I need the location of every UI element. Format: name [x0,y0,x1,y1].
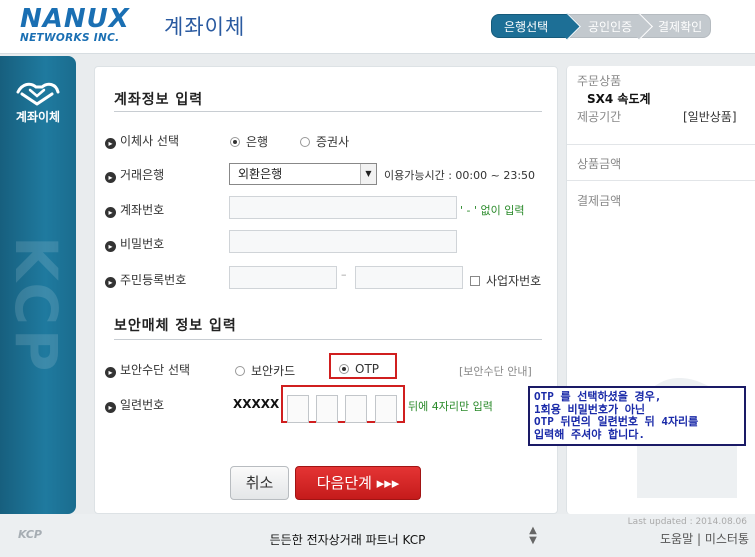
section-account-title: 계좌정보 입력 [114,92,204,108]
section-security-title: 보안매체 정보 입력 [114,318,237,334]
footer-links: 도움말 | 미스터통 [660,530,749,547]
row-label-security-method: ▸ 보안수단 선택 [105,361,190,378]
password-input[interactable] [229,230,457,253]
radio-dot-icon [339,364,349,374]
pay-label: 결제금액 [577,194,622,208]
serial-digit-input[interactable] [375,395,397,423]
radio-dot-icon [300,137,310,147]
product-name: SX4 속도계 [587,92,651,106]
account-hint: ' - ' 없이 입력 [460,204,525,217]
summary-divider [567,180,755,181]
serial-hint: 뒤에 4자리만 입력 [408,400,493,413]
otp-tooltip: OTP 를 선택하셨을 경우, 1회용 비밀번호가 아닌 OTP 뒤면의 일련번… [528,386,746,446]
row-label-account: ▸ 계좌번호 [105,201,164,218]
order-summary-panel: 주문상품 SX4 속도계 제공기간 [일반상품] 상품금액 결제금액 [566,66,755,514]
sidebar: 계좌이체 KCP [0,56,76,514]
bullet-icon: ▸ [105,138,116,149]
period-value: [일반상품] [683,110,737,124]
logo-subtitle: NETWORKS INC. [20,32,120,44]
radio-security-card[interactable]: 보안카드 [235,362,295,379]
mystery-link[interactable]: 미스터통 [705,532,749,546]
bullet-icon: ▸ [105,172,116,183]
header: NANUX NETWORKS INC. 계좌이체 은행선택 공인인증 결제확인 [0,0,755,54]
bullet-icon: ▸ [105,241,116,252]
section-divider [114,339,542,340]
page-title: 계좌이체 [164,15,246,39]
row-label-serial: ▸ 일련번호 [105,396,164,413]
bullet-icon: ▸ [105,277,116,288]
footer: KCP 든든한 전자상거래 파트너 KCP ▲ ▼ Last updated : … [0,514,755,557]
radio-bank[interactable]: 은행 [230,133,268,150]
serial-digit-input[interactable] [287,395,309,423]
radio-dot-icon [230,137,240,147]
main-panel: 계좌정보 입력 ▸ 이체사 선택 은행 증권사 ▸ 거래은행 외환은행 ▼ 이용가능시… [94,66,558,514]
link-separator: | [696,532,701,546]
logo-word: NANUX [20,4,130,34]
checkbox-icon [470,276,480,286]
step-indicator: 은행선택 공인인증 결제확인 [491,14,711,38]
nanux-logo: NANUX NETWORKS INC. [20,6,130,44]
product-label: 주문상품 [577,74,622,88]
last-updated: Last updated : 2014.08.06 [627,517,747,527]
business-number-checkbox[interactable]: 사업자번호 [470,272,541,289]
help-link[interactable]: 도움말 [660,532,693,546]
period-label: 제공기간 [577,110,622,124]
account-number-input[interactable] [229,196,457,219]
bullet-icon: ▸ [105,367,116,378]
scroll-arrows-icon[interactable]: ▲ ▼ [525,526,541,548]
radio-dot-icon [235,366,245,376]
tooltip-line: OTP 뒤면의 일련번호 뒤 4자리를 [534,415,699,428]
radio-otp[interactable]: OTP [339,362,379,376]
footer-slogan: 든든한 전자상거래 파트너 KCP [269,533,426,547]
serial-prefix: XXXXX [233,397,280,411]
row-label-bank: ▸ 거래은행 [105,166,164,183]
serial-highlight-box [281,385,405,423]
bullet-icon: ▸ [105,207,116,218]
row-label-resident: ▸ 주민등록번호 [105,271,186,288]
resident-number-back-input[interactable] [355,266,463,289]
summary-divider [567,144,755,145]
bullet-icon: ▸ [105,402,116,413]
radio-securities[interactable]: 증권사 [300,133,349,150]
amount-label: 상품금액 [577,157,622,171]
section-divider [114,111,542,112]
transfer-hands-icon [16,82,60,106]
tooltip-line: 입력해 주셔야 합니다. [534,427,645,441]
sidebar-label: 계좌이체 [15,110,61,124]
tooltip-line: OTP 를 선택하셨을 경우, [534,390,662,403]
cancel-button[interactable]: 취소 [230,466,289,500]
available-hours: 이용가능시간 : 00:00 ~ 23:50 [384,169,536,182]
next-step-button[interactable]: 다음단계 ▸▸▸ [295,466,421,500]
row-label-transfer-type: ▸ 이체사 선택 [105,132,179,149]
serial-digit-input[interactable] [316,395,338,423]
row-label-password: ▸ 비밀번호 [105,235,164,252]
kcp-watermark: KCP [2,236,70,376]
security-guide-link[interactable]: [보안수단 안내] [459,363,532,379]
step-bank-select: 은행선택 [491,14,569,38]
resident-dash: – [341,268,347,281]
serial-digit-input[interactable] [345,395,367,423]
resident-number-front-input[interactable] [229,266,337,289]
chevron-down-icon: ▼ [360,164,376,184]
bank-select[interactable]: 외환은행 ▼ [229,163,377,185]
